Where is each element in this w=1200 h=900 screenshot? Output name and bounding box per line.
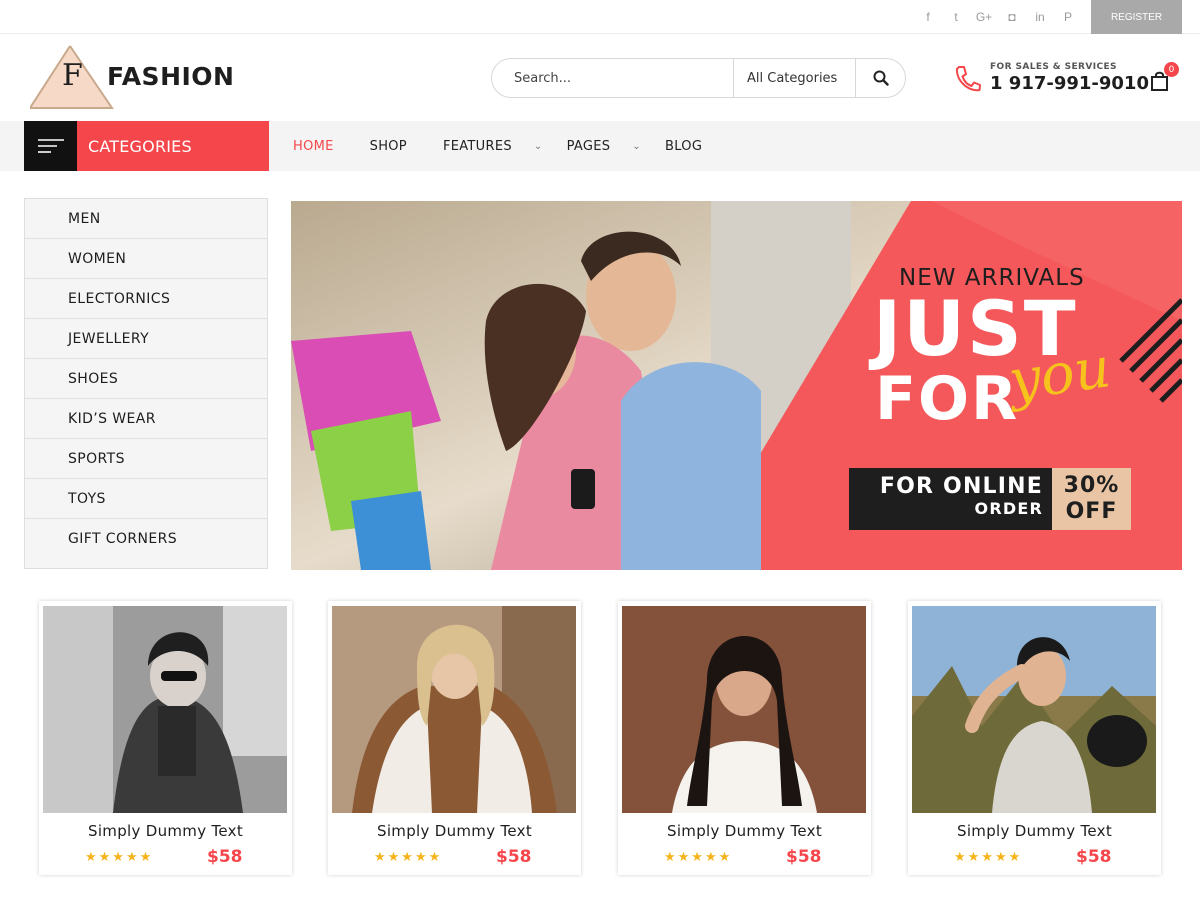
register-button[interactable]: REGISTER [1091, 0, 1182, 34]
nav-shop[interactable]: SHOP [370, 139, 407, 154]
sidebar-item-shoes[interactable]: SHOES [25, 359, 267, 399]
product-card[interactable]: Simply Dummy Text ★★★★★ $58 [328, 601, 581, 875]
offer-line-1: FOR ONLINE [879, 474, 1043, 499]
facebook-icon[interactable]: f [914, 0, 942, 34]
rating-stars: ★★★★★ [954, 850, 1023, 865]
social-links: f t G+ ◘ in P [914, 0, 1082, 34]
phone-contact: FOR SALES & SERVICES 1 917-991-9010 [953, 62, 1149, 102]
nav-features-label: FEATURES [442, 138, 512, 154]
product-price: $58 [786, 847, 822, 867]
sidebar-item-men[interactable]: MEN [25, 199, 267, 239]
category-sidebar: MEN WOMEN ELECTORNICS JEWELLERY SHOES KI… [24, 198, 268, 569]
categories-toggle[interactable]: CATEGORIES [24, 121, 269, 171]
sidebar-item-jewellery[interactable]: JEWELLERY [25, 319, 267, 359]
main-menu: HOME SHOP FEATURES ⌄ PAGES ⌄ BLOG [293, 121, 738, 171]
product-image[interactable] [43, 606, 287, 813]
site-header: F FASHION All Categories FOR SALES & SER… [0, 34, 1200, 121]
product-price: $58 [496, 847, 532, 867]
nav-blog[interactable]: BLOG [665, 139, 702, 154]
nav-pages-label: PAGES [566, 138, 611, 154]
product-name[interactable]: Simply Dummy Text [39, 822, 292, 840]
menu-icon [24, 121, 77, 171]
product-price: $58 [207, 847, 243, 867]
nav-features[interactable]: FEATURES ⌄ [442, 138, 542, 154]
pinterest-icon[interactable]: P [1054, 0, 1082, 34]
banner-offer: FOR ONLINE ORDER 30% OFF [849, 468, 1131, 530]
logo-text: FASHION [107, 62, 235, 91]
chevron-down-icon: ⌄ [533, 140, 543, 152]
search-input[interactable] [492, 59, 733, 97]
phone-label: FOR SALES & SERVICES [990, 62, 1117, 72]
google-plus-icon[interactable]: G+ [970, 0, 998, 34]
chevron-down-icon: ⌄ [632, 140, 641, 152]
main-navbar: CATEGORIES HOME SHOP FEATURES ⌄ PAGES ⌄ BL… [0, 121, 1200, 171]
cart-button[interactable]: 0 [1148, 62, 1182, 94]
product-card[interactable]: Simply Dummy Text ★★★★★ $58 [618, 601, 871, 875]
sidebar-item-gift-corners[interactable]: GIFT CORNERS [25, 519, 267, 559]
product-card[interactable]: Simply Dummy Text ★★★★★ $58 [39, 601, 292, 875]
site-logo[interactable]: F FASHION [30, 44, 240, 110]
nav-home[interactable]: HOME [293, 139, 334, 154]
sidebar-item-women[interactable]: WOMEN [25, 239, 267, 279]
product-price: $58 [1076, 847, 1112, 867]
product-image[interactable] [912, 606, 1156, 813]
offer-dark-panel: FOR ONLINE ORDER [849, 468, 1052, 530]
logo-letter: F [62, 58, 83, 93]
sidebar-item-sports[interactable]: SPORTS [25, 439, 267, 479]
banner-script-word: you [1004, 335, 1115, 414]
sidebar-item-toys[interactable]: TOYS [25, 479, 267, 519]
product-name[interactable]: Simply Dummy Text [618, 822, 871, 840]
hero-banner[interactable]: NEW ARRIVALS JUST FOR you FOR ONLINE ORD… [291, 201, 1182, 570]
cart-count-badge: 0 [1164, 62, 1179, 77]
top-bar: f t G+ ◘ in P REGISTER [0, 0, 1200, 34]
twitter-icon[interactable]: t [942, 0, 970, 34]
nav-pages[interactable]: PAGES ⌄ [566, 138, 641, 154]
offer-word: OFF [1065, 499, 1118, 524]
search-bar: All Categories [491, 58, 906, 98]
product-name[interactable]: Simply Dummy Text [328, 822, 581, 840]
search-button[interactable] [856, 59, 905, 97]
search-icon [873, 70, 889, 86]
rating-stars: ★★★★★ [664, 850, 733, 865]
product-image[interactable] [622, 606, 866, 813]
offer-percent: 30% [1063, 473, 1120, 498]
offer-line-2: ORDER [974, 499, 1043, 518]
product-name[interactable]: Simply Dummy Text [908, 822, 1161, 840]
product-image[interactable] [332, 606, 576, 813]
banner-headline-for: FOR [875, 364, 1020, 434]
categories-label: CATEGORIES [77, 121, 269, 171]
offer-percent-panel: 30% OFF [1052, 468, 1131, 530]
sidebar-item-electronics[interactable]: ELECTORNICS [25, 279, 267, 319]
instagram-icon[interactable]: ◘ [998, 0, 1026, 34]
rating-stars: ★★★★★ [374, 850, 443, 865]
phone-icon [955, 66, 981, 92]
search-category-select[interactable]: All Categories [733, 59, 856, 97]
product-card[interactable]: Simply Dummy Text ★★★★★ $58 [908, 601, 1161, 875]
sidebar-item-kids-wear[interactable]: KID’S WEAR [25, 399, 267, 439]
phone-number[interactable]: 1 917-991-9010 [990, 73, 1149, 94]
linkedin-icon[interactable]: in [1026, 0, 1054, 34]
rating-stars: ★★★★★ [85, 850, 154, 865]
